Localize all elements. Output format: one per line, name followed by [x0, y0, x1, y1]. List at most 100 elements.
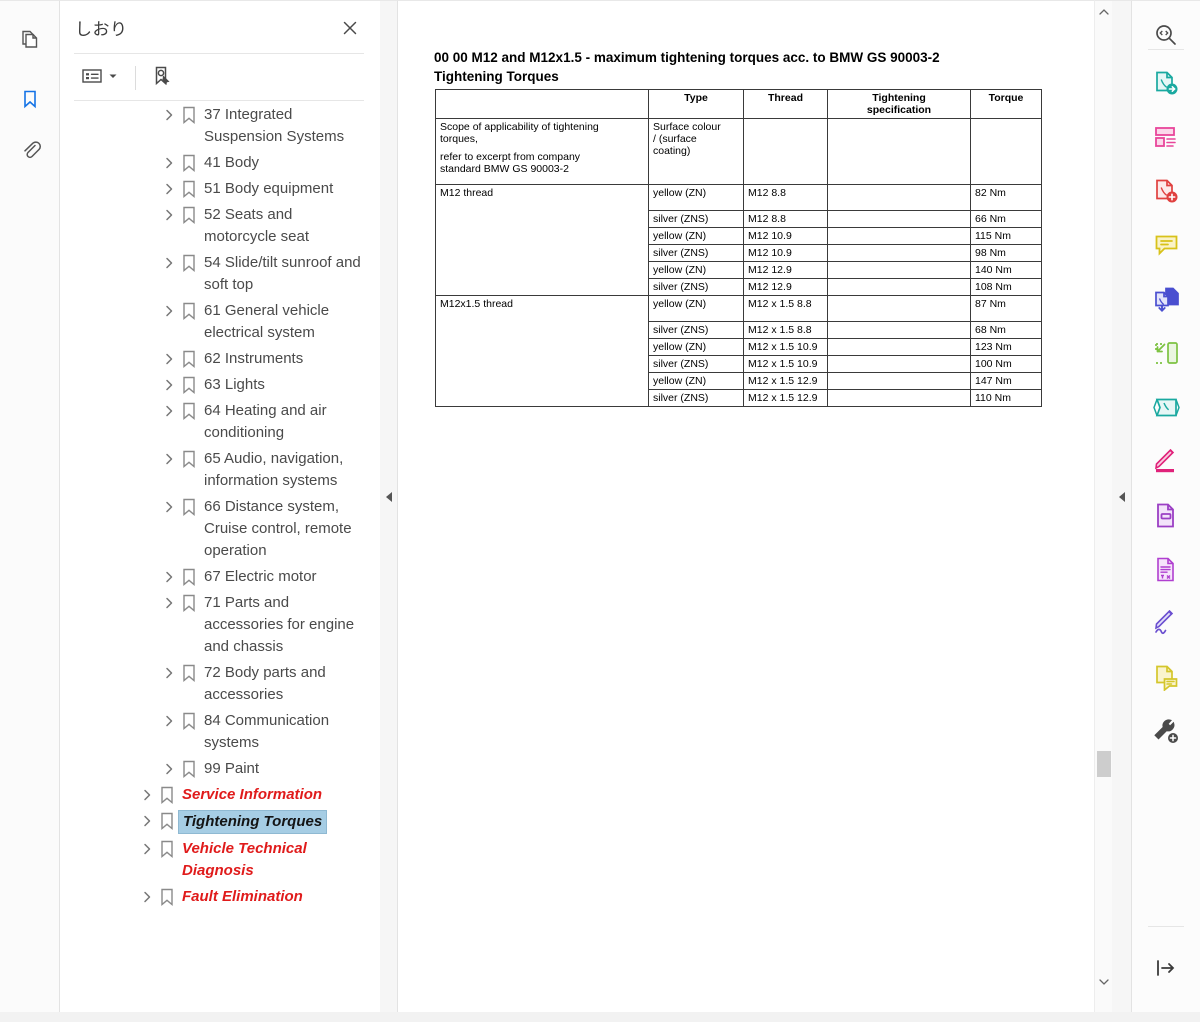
- chevron-right-icon[interactable]: [160, 204, 178, 226]
- collapse-sidebar-handle[interactable]: [380, 0, 398, 1012]
- organize-pages-icon[interactable]: [1146, 117, 1186, 157]
- document-scrollbar-thumb[interactable]: [1097, 751, 1111, 777]
- close-icon[interactable]: [338, 16, 362, 40]
- chevron-right-icon[interactable]: [160, 448, 178, 470]
- cell-tightening-specification: [827, 261, 971, 279]
- chevron-right-icon[interactable]: [160, 592, 178, 614]
- torque-data-rows: M12 thread yellow (ZN) M12 8.8 82 Nm silver …: [435, 184, 1042, 407]
- cell-torque: 87 Nm: [970, 295, 1042, 322]
- bookmark-item[interactable]: 41 Body: [60, 150, 368, 176]
- chevron-right-icon[interactable]: [160, 152, 178, 174]
- chevron-right-icon[interactable]: [160, 104, 178, 126]
- scope-line2: torques,: [440, 133, 478, 145]
- bookmark-item[interactable]: 62 Instruments: [60, 346, 368, 372]
- surface-line1: Surface colour: [653, 121, 721, 133]
- chevron-right-icon[interactable]: [160, 300, 178, 322]
- bookmark-item[interactable]: 61 General vehicle electrical system: [60, 298, 368, 346]
- bookmarks-icon[interactable]: [10, 79, 50, 119]
- chevron-right-icon[interactable]: [138, 838, 156, 860]
- collapse-tools-handle[interactable]: [1112, 0, 1132, 1012]
- chevron-right-icon[interactable]: [138, 810, 156, 832]
- chevron-right-icon[interactable]: [160, 374, 178, 396]
- bookmark-item[interactable]: 51 Body equipment: [60, 176, 368, 202]
- chevron-right-icon[interactable]: [160, 566, 178, 588]
- bookmark-item[interactable]: Tightening Torques: [60, 808, 368, 836]
- bookmark-item-label: 54 Slide/tilt sunroof and soft top: [204, 254, 361, 293]
- chevron-right-icon[interactable]: [160, 662, 178, 684]
- create-pdf-icon[interactable]: [1146, 171, 1186, 211]
- bookmark-item-label: Tightening Torques: [178, 810, 328, 834]
- page-thumbnails-icon[interactable]: [10, 19, 50, 59]
- bookmark-item-label: 63 Lights: [204, 376, 265, 393]
- chevron-right-icon[interactable]: [138, 784, 156, 806]
- combine-files-icon[interactable]: [1146, 279, 1186, 319]
- comment-icon[interactable]: [1146, 225, 1186, 265]
- bookmark-item[interactable]: 63 Lights: [60, 372, 368, 398]
- cell-tightening-specification: [827, 210, 971, 228]
- compress-pdf-icon[interactable]: [1146, 333, 1186, 373]
- torque-table-body: Scope of applicability of tightening tor…: [435, 118, 1042, 185]
- document-scrollbar[interactable]: [1094, 0, 1112, 1012]
- chevron-right-icon[interactable]: [160, 758, 178, 780]
- bookmark-item-label: 52 Seats and motorcycle seat: [204, 206, 310, 245]
- request-signatures-icon[interactable]: [1146, 603, 1186, 643]
- chevron-right-icon[interactable]: [160, 400, 178, 422]
- bookmark-item[interactable]: Fault Elimination: [60, 884, 368, 910]
- bookmark-item[interactable]: 72 Body parts and accessories: [60, 660, 368, 708]
- chevron-left-icon: [384, 490, 394, 508]
- cell-scope-spec: [827, 118, 971, 185]
- bookmark-item[interactable]: 37 Integrated Suspension Systems: [60, 102, 368, 150]
- table-row-scope: Scope of applicability of tightening tor…: [435, 118, 1042, 185]
- bookmark-item[interactable]: 71 Parts and accessories for engine and …: [60, 590, 368, 660]
- export-pdf-icon[interactable]: [1146, 63, 1186, 103]
- bookmark-item[interactable]: 54 Slide/tilt sunroof and soft top: [60, 250, 368, 298]
- cell-torque: 98 Nm: [970, 244, 1042, 262]
- bookmark-marker-icon: [178, 566, 200, 588]
- more-tools-icon[interactable]: [1146, 711, 1186, 751]
- prepare-form-icon[interactable]: [1146, 549, 1186, 589]
- chevron-right-icon[interactable]: [138, 886, 156, 908]
- chevron-right-icon[interactable]: [160, 252, 178, 274]
- bookmark-item[interactable]: 65 Audio, navigation, information system…: [60, 446, 368, 494]
- bookmark-item[interactable]: 64 Heating and air conditioning: [60, 398, 368, 446]
- protect-pdf-icon[interactable]: [1146, 387, 1186, 427]
- page-title: 00 00 M12 and M12x1.5 - maximum tighteni…: [434, 48, 1034, 86]
- bookmark-item[interactable]: 52 Seats and motorcycle seat: [60, 202, 368, 250]
- expand-pane-icon[interactable]: [1146, 948, 1186, 988]
- stamp-icon[interactable]: [1146, 657, 1186, 697]
- bookmark-item-label: 64 Heating and air conditioning: [204, 402, 327, 441]
- header-tightening-line1: Tightening: [872, 92, 926, 104]
- bookmark-item[interactable]: 67 Electric motor: [60, 564, 368, 590]
- cell-thread: M12 x 1.5 8.8: [743, 295, 828, 322]
- doc-scroll-down-arrow-icon[interactable]: [1095, 973, 1112, 991]
- cell-thread: M12 8.8: [743, 210, 828, 228]
- bookmark-marker-icon: [156, 784, 178, 806]
- chevron-right-icon[interactable]: [160, 496, 178, 518]
- bookmark-item[interactable]: 84 Communication systems: [60, 708, 368, 756]
- chevron-right-icon[interactable]: [160, 348, 178, 370]
- document-viewport[interactable]: 00 00 M12 and M12x1.5 - maximum tighteni…: [398, 0, 1112, 1012]
- chevron-right-icon[interactable]: [160, 178, 178, 200]
- cell-thread: M12 10.9: [743, 227, 828, 245]
- edit-pdf-icon[interactable]: [1146, 441, 1186, 481]
- cell-type: yellow (ZN): [648, 338, 744, 356]
- bookmark-tree[interactable]: 37 Integrated Suspension Systems 41 Body 5…: [60, 102, 368, 995]
- cell-type: silver (ZNS): [648, 321, 744, 339]
- fill-and-sign-icon[interactable]: [1146, 495, 1186, 535]
- cell-type: silver (ZNS): [648, 244, 744, 262]
- bookmark-item[interactable]: Vehicle Technical Diagnosis: [60, 836, 368, 884]
- cell-tightening-specification: [827, 321, 971, 339]
- bookmark-options-icon[interactable]: [80, 64, 119, 88]
- attachments-icon[interactable]: [10, 129, 50, 169]
- cell-scope-of-applicability: Scope of applicability of tightening tor…: [435, 118, 649, 185]
- find-current-bookmark-icon[interactable]: [150, 64, 174, 88]
- bookmark-item[interactable]: Service Information: [60, 782, 368, 808]
- bookmark-marker-icon: [178, 758, 200, 780]
- doc-scroll-up-arrow-icon[interactable]: [1095, 3, 1112, 21]
- cell-type: yellow (ZN): [648, 227, 744, 245]
- bookmark-item-label: 84 Communication systems: [204, 712, 330, 751]
- chevron-down-icon: [109, 74, 117, 78]
- bookmark-item[interactable]: 99 Paint: [60, 756, 368, 782]
- chevron-right-icon[interactable]: [160, 710, 178, 732]
- bookmark-item[interactable]: 66 Distance system, Cruise control, remo…: [60, 494, 368, 564]
